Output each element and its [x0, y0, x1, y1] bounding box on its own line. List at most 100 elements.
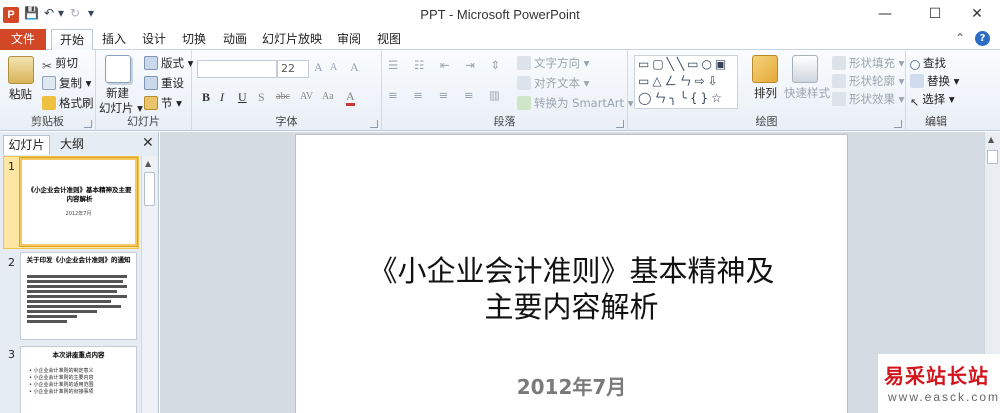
tab-home[interactable]: 开始 [51, 29, 93, 51]
shape-outline-button[interactable]: 形状轮廓 ▾ [832, 73, 904, 89]
shadow-button[interactable]: S [258, 90, 265, 105]
customize-qat-icon[interactable]: ▾ [88, 6, 94, 20]
cut-button[interactable]: ✂ 剪切 [42, 55, 78, 73]
collapse-ribbon-icon[interactable]: ⌃ [955, 31, 965, 45]
shapes-row[interactable]: ◯ㄣ╮╰{}☆ [638, 90, 737, 107]
pane-scrollbar[interactable]: ▲ [141, 156, 157, 413]
format-painter-button[interactable]: 格式刷 [42, 95, 94, 111]
tab-transitions[interactable]: 切换 [176, 29, 212, 50]
grow-font-button[interactable]: A [314, 60, 323, 75]
ribbon-tabs: 文件 开始 插入 设计 切换 动画 幻灯片放映 审阅 视图 ⌃ ? [0, 29, 1000, 51]
redo-icon[interactable]: ↻ [70, 6, 80, 20]
align-buttons[interactable]: ≡ ≡ ≡ ≡ ▥ [388, 88, 506, 102]
shape-fill-button[interactable]: 形状填充 ▾ [832, 55, 904, 71]
quick-styles-icon[interactable] [792, 55, 818, 83]
tab-view[interactable]: 视图 [371, 29, 407, 50]
shapes-gallery[interactable]: ▭▢╲╲▭○▣ ▭△ㄥㄣ⇨⇩ ◯ㄣ╮╰{}☆ [634, 55, 738, 109]
copy-button[interactable]: 复制 ▾ [42, 75, 91, 91]
quick-styles-button[interactable]: 快速样式 [784, 85, 830, 101]
slide-subtitle[interactable]: 2012年7月 [296, 371, 847, 400]
arrange-icon[interactable] [752, 55, 778, 83]
maximize-button[interactable]: ☐ [912, 0, 958, 29]
title-bar: P 💾 ↶ ▾ ↻ ▾ PPT - Microsoft PowerPoint —… [0, 0, 1000, 29]
reset-button[interactable]: 重设 [144, 75, 184, 91]
bold-button[interactable]: B [202, 90, 210, 105]
scroll-thumb[interactable] [144, 172, 155, 206]
brush-icon [42, 96, 56, 110]
shape-effects-button[interactable]: 形状效果 ▾ [832, 91, 904, 107]
slide-thumbnail-2[interactable]: 关于印发《小企业会计准则》的通知 [20, 252, 137, 340]
layout-button[interactable]: 版式 ▾ [144, 55, 193, 71]
scroll-thumb[interactable] [987, 150, 998, 164]
help-icon[interactable]: ? [975, 31, 990, 46]
find-button[interactable]: 查找 [910, 55, 946, 71]
tab-insert[interactable]: 插入 [96, 29, 132, 50]
text-line [27, 295, 127, 298]
font-launcher-icon[interactable] [370, 120, 378, 128]
replace-button[interactable]: 替换 ▾ [910, 73, 959, 89]
text-line [27, 275, 127, 278]
minimize-button[interactable]: — [862, 0, 908, 29]
current-slide[interactable]: 《小企业会计准则》基本精神及 主要内容解析 2012年7月 [295, 134, 848, 413]
char-spacing-button[interactable]: AV [300, 91, 313, 102]
smartart-button[interactable]: 转换为 SmartArt ▾ [517, 95, 633, 111]
text-line [27, 320, 67, 323]
arrange-button[interactable]: 排列 [754, 85, 777, 101]
font-color-button[interactable]: A [346, 90, 355, 106]
section-button[interactable]: 节 ▾ [144, 95, 182, 111]
text-direction-button[interactable]: 文字方向 ▾ [517, 55, 589, 71]
save-icon[interactable]: 💾 [24, 6, 39, 20]
thumbnail-bullet: • 小企业会计准则的衔接事项 [29, 389, 94, 395]
tab-design[interactable]: 设计 [136, 29, 172, 50]
text-line [27, 280, 123, 283]
close-button[interactable]: ✕ [954, 0, 1000, 29]
underline-button[interactable]: U [238, 90, 247, 105]
close-pane-icon[interactable]: ✕ [142, 135, 154, 151]
slide-thumbnail-1[interactable]: 《小企业会计准则》基本精神及主要内容解析 2012年7月 [19, 157, 138, 247]
effects-icon [832, 92, 846, 106]
new-slide-button[interactable]: 新建 [106, 85, 129, 101]
align-text-button[interactable]: 对齐文本 ▾ [517, 75, 589, 91]
drawing-launcher-icon[interactable] [894, 120, 902, 128]
shape-fill-label: 形状填充 ▾ [849, 56, 905, 70]
scroll-up-icon[interactable]: ▲ [988, 135, 994, 144]
tab-animations[interactable]: 动画 [217, 29, 253, 50]
binoculars-icon [910, 60, 920, 70]
undo-icon[interactable]: ↶ [44, 6, 54, 20]
tab-review[interactable]: 审阅 [331, 29, 367, 50]
slide-title[interactable]: 《小企业会计准则》基本精神及 主要内容解析 [296, 253, 847, 325]
text-line [27, 315, 77, 318]
new-slide-icon[interactable] [105, 55, 131, 83]
tab-slideshow[interactable]: 幻灯片放映 [258, 29, 326, 50]
tab-file[interactable]: 文件 [0, 29, 46, 50]
font-name-combo[interactable] [197, 60, 277, 78]
watermark-title: 易采站长站 [884, 364, 989, 388]
strikethrough-button[interactable]: abc [276, 91, 290, 102]
reset-label: 重设 [161, 76, 184, 90]
thumbnail-title: 本次讲座重点内容 [52, 351, 105, 359]
slide-thumbnail-3[interactable]: 本次讲座重点内容 • 小企业会计准则的制定意义 • 小企业会计准则的主要内容 •… [20, 346, 137, 413]
tab-outline[interactable]: 大纲 [52, 135, 92, 155]
align-text-label: 对齐文本 ▾ [534, 76, 590, 90]
undo-dropdown-icon[interactable]: ▾ [58, 6, 64, 20]
paste-icon[interactable] [8, 56, 34, 84]
scroll-up-icon[interactable]: ▲ [145, 159, 151, 168]
paragraph-launcher-icon[interactable] [616, 120, 624, 128]
shrink-font-button[interactable]: A [330, 62, 337, 73]
clipboard-launcher-icon[interactable] [84, 120, 92, 128]
powerpoint-icon[interactable]: P [3, 7, 19, 23]
paste-button[interactable]: 粘贴 [9, 86, 32, 102]
shapes-row[interactable]: ▭△ㄥㄣ⇨⇩ [638, 73, 737, 90]
layout-icon [144, 56, 158, 70]
italic-button[interactable]: I [220, 90, 224, 105]
slides-group: 新建 幻灯片 ▾ 版式 ▾ 重设 节 ▾ 幻灯片 [96, 50, 193, 131]
list-buttons[interactable]: ☰ ☷ ⇤ ⇥ ⇕ [388, 58, 506, 72]
copy-label: 复制 ▾ [59, 76, 92, 90]
font-label: 字体 [275, 115, 298, 128]
change-case-button[interactable]: Aa [322, 91, 334, 102]
select-button[interactable]: ↖ 选择 ▾ [910, 91, 955, 110]
tab-slides[interactable]: 幻灯片 [3, 135, 50, 155]
shapes-row[interactable]: ▭▢╲╲▭○▣ [638, 56, 737, 73]
clear-format-button[interactable]: A [350, 60, 359, 75]
font-size-combo[interactable]: 22 [277, 60, 309, 78]
